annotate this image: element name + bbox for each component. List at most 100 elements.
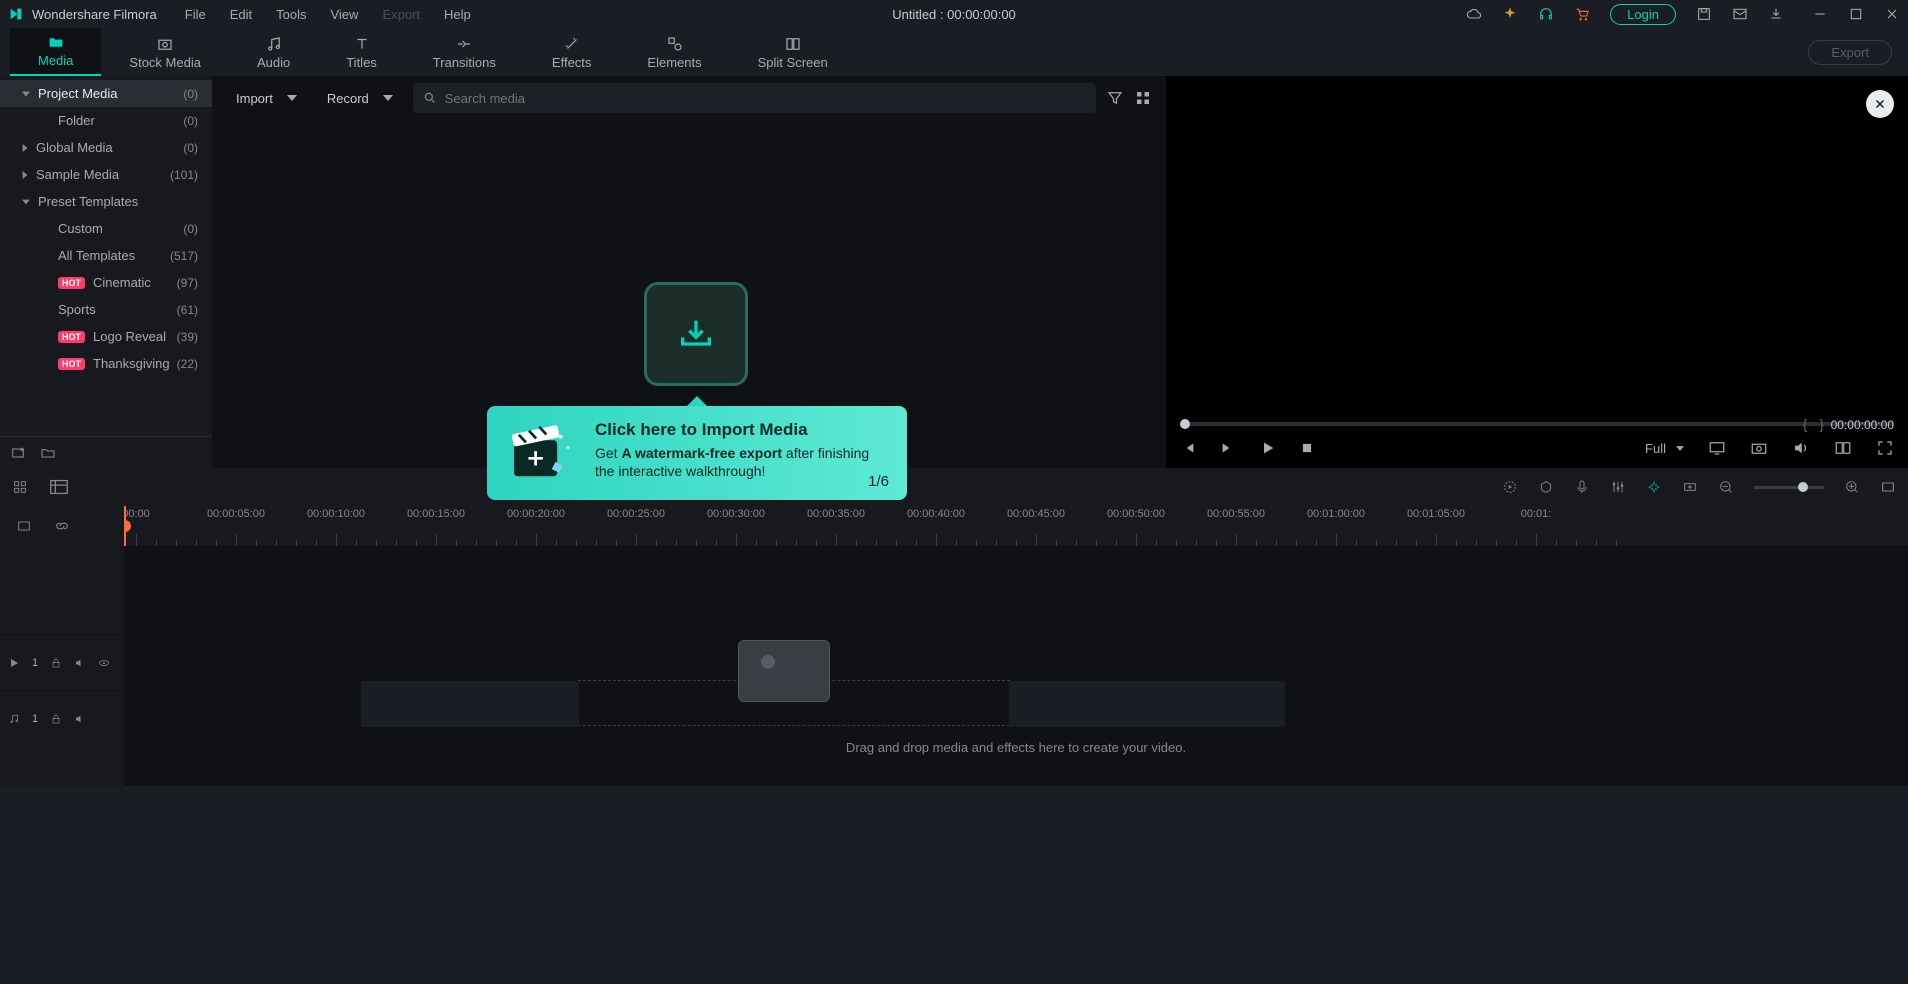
zoom-in-icon[interactable] (1844, 479, 1860, 495)
select-tool-icon[interactable] (16, 518, 32, 534)
sidebar-item-all-templates[interactable]: All Templates(517) (0, 242, 212, 269)
sidebar-item-preset-templates[interactable]: Preset Templates (0, 188, 212, 215)
lock-icon[interactable] (50, 713, 62, 725)
login-button[interactable]: Login (1610, 4, 1676, 25)
drag-placeholder-icon (738, 640, 830, 702)
sidebar-item-sports[interactable]: Sports(61) (0, 296, 212, 323)
sidebar-item-custom[interactable]: Custom(0) (0, 215, 212, 242)
new-folder-icon[interactable] (40, 445, 56, 461)
mute-icon[interactable] (74, 713, 86, 725)
timeline-grid-icon[interactable] (12, 479, 28, 495)
snapshot-icon[interactable] (1750, 439, 1768, 457)
tab-split-screen[interactable]: Split Screen (730, 28, 856, 76)
x-icon (1873, 97, 1887, 111)
tab-transitions[interactable]: Transitions (405, 28, 524, 76)
voiceover-icon[interactable] (1574, 479, 1590, 495)
menu-edit[interactable]: Edit (230, 7, 252, 22)
mark-icon[interactable] (1538, 479, 1554, 495)
preview-quality-dropdown[interactable]: Full (1645, 441, 1684, 456)
tab-effects[interactable]: Effects (524, 28, 620, 76)
sparkle-icon[interactable] (1502, 6, 1518, 22)
zoom-slider[interactable] (1754, 486, 1824, 489)
tree-label: Logo Reveal (93, 329, 166, 344)
menu-tools[interactable]: Tools (276, 7, 306, 22)
eye-icon[interactable] (98, 657, 110, 669)
text-icon (353, 35, 371, 53)
search-input[interactable] (445, 91, 1086, 106)
tree-label: Thanksgiving (93, 356, 170, 371)
app-logo-icon (8, 6, 24, 22)
headset-icon[interactable] (1538, 6, 1554, 22)
timeline-canvas[interactable]: Drag and drop media and effects here to … (124, 546, 1908, 786)
stop-icon[interactable] (1300, 441, 1314, 455)
prev-frame-icon[interactable] (1180, 440, 1196, 456)
clapperboard-icon (505, 420, 577, 484)
maximize-icon[interactable] (1848, 6, 1864, 22)
sidebar-item-project-media[interactable]: Project Media(0) (0, 80, 212, 107)
mixer-icon[interactable] (1610, 479, 1626, 495)
fullscreen-icon[interactable] (1876, 439, 1894, 457)
cloud-icon[interactable] (1466, 6, 1482, 22)
mark-in-icon[interactable]: { (1803, 416, 1808, 432)
display-icon[interactable] (1708, 439, 1726, 457)
save-icon[interactable] (1696, 6, 1712, 22)
lock-icon[interactable] (50, 657, 62, 669)
play-icon[interactable] (1260, 440, 1276, 456)
message-icon[interactable] (1732, 6, 1748, 22)
menu-help[interactable]: Help (444, 7, 471, 22)
close-icon[interactable] (1884, 6, 1900, 22)
tab-media[interactable]: Media (10, 28, 101, 76)
menu-file[interactable]: File (185, 7, 206, 22)
tab-audio[interactable]: Audio (229, 28, 318, 76)
volume-icon[interactable] (1792, 439, 1810, 457)
filter-icon[interactable] (1106, 89, 1124, 107)
tab-elements[interactable]: Elements (619, 28, 729, 76)
tree-label: Sample Media (36, 167, 119, 182)
link-icon[interactable] (54, 518, 70, 534)
record-label: Record (327, 91, 369, 106)
chevron-down-icon (383, 95, 393, 101)
record-dropdown[interactable]: Record (317, 87, 403, 110)
search-icon (423, 91, 437, 105)
tab-label: Stock Media (129, 55, 201, 70)
shapes-icon (666, 35, 684, 53)
new-bin-icon[interactable] (10, 445, 26, 461)
menu-view[interactable]: View (330, 7, 358, 22)
timeline-mode-icon[interactable] (48, 476, 70, 498)
auto-ripple-icon[interactable] (1646, 479, 1662, 495)
sidebar-item-folder[interactable]: Folder(0) (0, 107, 212, 134)
cart-icon[interactable] (1574, 6, 1590, 22)
video-track-icon (8, 657, 20, 669)
download-icon[interactable] (1768, 6, 1784, 22)
tab-titles[interactable]: Titles (318, 28, 405, 76)
next-frame-icon[interactable] (1220, 440, 1236, 456)
mark-out-icon[interactable]: } (1819, 416, 1824, 432)
sidebar-item-thanksgiving[interactable]: HOTThanksgiving(22) (0, 350, 212, 377)
minimize-icon[interactable] (1812, 6, 1828, 22)
compare-icon[interactable] (1834, 439, 1852, 457)
video-track-head: 1 (0, 634, 124, 690)
sidebar-item-global-media[interactable]: Global Media(0) (0, 134, 212, 161)
project-title: Untitled : 00:00:00:00 (892, 7, 1016, 22)
import-media-target[interactable] (644, 282, 748, 386)
timeline-ruler[interactable]: 00:0000:00:05:0000:00:10:0000:00:15:0000… (124, 506, 1908, 546)
add-marker-icon[interactable] (1682, 479, 1698, 495)
hot-badge: HOT (58, 331, 85, 343)
playhead[interactable] (124, 506, 126, 546)
render-icon[interactable] (1502, 479, 1518, 495)
zoom-out-icon[interactable] (1718, 479, 1734, 495)
search-media[interactable] (413, 83, 1096, 113)
zoom-fit-icon[interactable] (1880, 479, 1896, 495)
tree-count: (0) (183, 114, 198, 128)
import-label: Import (236, 91, 273, 106)
sidebar-item-logo-reveal[interactable]: HOTLogo Reveal(39) (0, 323, 212, 350)
mute-icon[interactable] (74, 657, 86, 669)
sidebar-item-sample-media[interactable]: Sample Media(101) (0, 161, 212, 188)
sidebar-item-cinematic[interactable]: HOTCinematic(97) (0, 269, 212, 296)
tab-label: Transitions (433, 55, 496, 70)
close-preview-button[interactable] (1866, 90, 1894, 118)
grid-view-icon[interactable] (1134, 89, 1152, 107)
tab-stock-media[interactable]: Stock Media (101, 28, 229, 76)
import-dropdown[interactable]: Import (226, 87, 307, 110)
preview-scrubber[interactable] (1180, 422, 1894, 426)
